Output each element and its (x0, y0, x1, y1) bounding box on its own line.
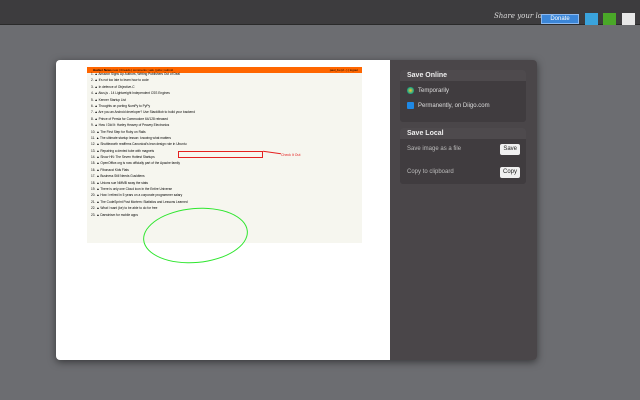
annotation-text: Check It Out (281, 153, 301, 157)
copy-button[interactable]: Copy (499, 167, 520, 178)
save-online-title: Save Online (400, 70, 526, 81)
diigo-icon (407, 101, 414, 109)
preview-pane: Hacker News new | threads | comments | a… (56, 60, 390, 360)
temporarily-label: Temporarily (418, 88, 450, 94)
top-bar: Share your love... Donate (0, 0, 640, 25)
save-online-section: Save Online Temporarily Permanently, on … (400, 70, 526, 122)
mail-icon[interactable] (622, 13, 635, 25)
save-button[interactable]: Save (500, 144, 520, 155)
copy-label: Copy to clipboard (407, 169, 454, 175)
awesome-screenshot-icon (407, 86, 414, 94)
permanently-label: Permanently, on Diigo.com (418, 103, 490, 109)
facebook-like-icon[interactable] (603, 13, 616, 25)
twitter-icon[interactable] (585, 13, 598, 25)
copy-row: Copy to clipboard Copy (400, 165, 526, 180)
save-file-row: Save image as a file Save (400, 142, 526, 157)
capture-dialog: Hacker News new | threads | comments | a… (56, 60, 537, 360)
save-temporarily[interactable]: Temporarily (400, 84, 526, 99)
side-panel: Save Online Temporarily Permanently, on … (390, 60, 537, 360)
save-local-title: Save Local (400, 128, 526, 139)
save-local-section: Save Local Save image as a file Save Copy… (400, 128, 526, 184)
save-permanently[interactable]: Permanently, on Diigo.com (400, 99, 526, 114)
hn-user: paul_bu (2...) | logout (329, 68, 358, 72)
highlight-rectangle (178, 151, 263, 158)
donate-button[interactable]: Donate (541, 14, 579, 24)
save-file-label: Save image as a file (407, 146, 462, 152)
